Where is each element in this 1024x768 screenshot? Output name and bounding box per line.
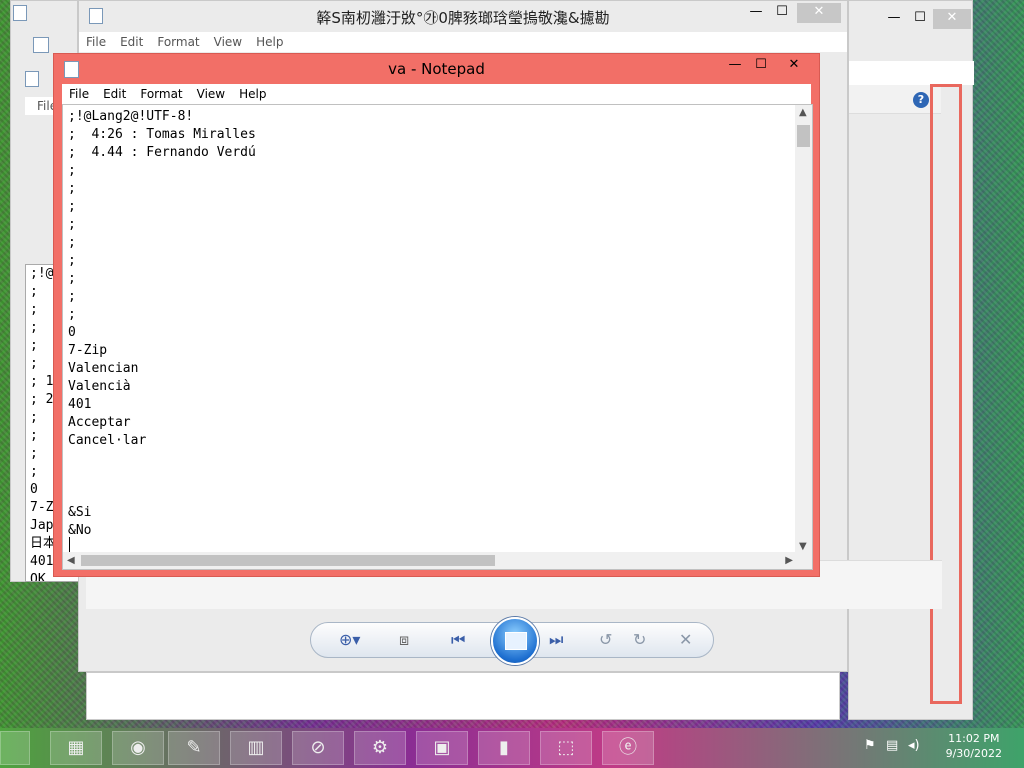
right-window-frame bbox=[930, 84, 962, 704]
taskbar-app-8[interactable]: ▮ bbox=[478, 731, 530, 765]
taskbar-app-10[interactable]: ⓔ bbox=[602, 731, 654, 765]
network-icon[interactable]: ▤ bbox=[886, 738, 898, 753]
notepad-text-area[interactable]: ;!@Lang2@!UTF-8! ; 4:26 : Tomas Miralles… bbox=[62, 104, 813, 570]
notepad-titlebar[interactable]: va - Notepad — ☐ ✕ bbox=[54, 54, 819, 84]
scroll-up-icon[interactable]: ▲ bbox=[799, 107, 807, 118]
volume-icon[interactable]: ◂) bbox=[908, 738, 920, 753]
menu-format[interactable]: Format bbox=[133, 87, 189, 101]
close-button[interactable]: ✕ bbox=[772, 56, 816, 76]
fit-window-icon[interactable]: ⧈ bbox=[399, 630, 409, 650]
help-icon[interactable]: ? bbox=[913, 92, 929, 108]
menu-view[interactable]: View bbox=[190, 87, 232, 101]
notepad-app-icon bbox=[33, 37, 49, 53]
taskbar-app-3[interactable]: ✎ bbox=[168, 731, 220, 765]
next-icon[interactable]: ⏭ bbox=[549, 630, 563, 650]
scroll-left-icon[interactable]: ◀ bbox=[67, 555, 75, 566]
maximize-button[interactable]: ☐ bbox=[769, 3, 795, 23]
horizontal-scrollbar[interactable]: ◀ ▶ bbox=[63, 552, 797, 569]
minimize-button[interactable]: — bbox=[881, 9, 907, 29]
maximize-button[interactable]: ☐ bbox=[907, 9, 933, 29]
background-window-titlebar[interactable]: 簳S南杒灉汙敚°㉮0脾豥瑯琀瑩摀敬瀺&攄勘 — ☐ ✕ bbox=[79, 1, 847, 31]
menu-help[interactable]: Help bbox=[232, 87, 273, 101]
bottom-text-panel[interactable] bbox=[86, 672, 840, 720]
notepad-content[interactable]: ;!@Lang2@!UTF-8! ; 4:26 : Tomas Miralles… bbox=[68, 108, 256, 540]
maximize-button[interactable]: ☐ bbox=[748, 56, 774, 76]
delete-icon[interactable]: ✕ bbox=[679, 630, 692, 649]
right-window-menubar bbox=[849, 61, 974, 85]
menu-format[interactable]: Format bbox=[150, 35, 206, 49]
background-window-title: 簳S南杒灉汙敚°㉮0脾豥瑯琀瑩摀敬瀺&攄勘 bbox=[316, 9, 610, 27]
taskbar-app-9[interactable]: ⬚ bbox=[540, 731, 592, 765]
photo-viewer-toolbar: ⊕▾ ⧈ ⏮ ⏭ ↺ ↻ ✕ bbox=[310, 617, 714, 665]
taskbar-app-6[interactable]: ⚙ bbox=[354, 731, 406, 765]
notepad-app-icon bbox=[13, 5, 27, 21]
taskbar-app-7[interactable]: ▣ bbox=[416, 731, 468, 765]
taskbar: ▦ ◉ ✎ ▥ ⊘ ⚙ ▣ ▮ ⬚ ⓔ ⚑ ▤ ◂) 11:02 PM 9/30… bbox=[0, 728, 1024, 768]
menu-file[interactable]: File bbox=[62, 87, 96, 101]
vertical-scroll-thumb[interactable] bbox=[797, 125, 810, 147]
zoom-icon[interactable]: ⊕▾ bbox=[339, 630, 360, 649]
minimize-button[interactable]: — bbox=[743, 3, 769, 23]
clock-time: 11:02 PM bbox=[948, 732, 1000, 745]
scroll-down-icon[interactable]: ▼ bbox=[799, 541, 807, 552]
flag-icon[interactable]: ⚑ bbox=[864, 738, 876, 753]
slideshow-button[interactable] bbox=[491, 617, 539, 665]
taskbar-app-5[interactable]: ⊘ bbox=[292, 731, 344, 765]
taskbar-app-1[interactable]: ▦ bbox=[50, 731, 102, 765]
rotate-right-icon[interactable]: ↻ bbox=[633, 630, 646, 649]
menu-help[interactable]: Help bbox=[249, 35, 290, 49]
start-button[interactable] bbox=[0, 731, 30, 765]
menu-edit[interactable]: Edit bbox=[113, 35, 150, 49]
slideshow-icon bbox=[505, 632, 527, 650]
notepad-app-icon bbox=[25, 71, 39, 87]
close-button[interactable]: ✕ bbox=[933, 9, 971, 29]
minimize-button[interactable]: — bbox=[722, 56, 748, 76]
system-clock[interactable]: 11:02 PM 9/30/2022 bbox=[946, 731, 1002, 761]
menu-edit[interactable]: Edit bbox=[96, 87, 133, 101]
taskbar-app-2[interactable]: ◉ bbox=[112, 731, 164, 765]
scroll-right-icon[interactable]: ▶ bbox=[785, 555, 793, 566]
clock-date: 9/30/2022 bbox=[945, 747, 1002, 760]
notepad-menubar: File Edit Format View Help bbox=[62, 84, 811, 104]
horizontal-scroll-thumb[interactable] bbox=[81, 555, 495, 566]
resize-grip[interactable] bbox=[795, 552, 812, 569]
notepad-window[interactable]: va - Notepad — ☐ ✕ File Edit Format View… bbox=[53, 53, 820, 577]
menu-file[interactable]: File bbox=[79, 35, 113, 49]
previous-icon[interactable]: ⏮ bbox=[451, 630, 465, 650]
vertical-scrollbar[interactable]: ▲ ▼ bbox=[795, 105, 812, 554]
menu-view[interactable]: View bbox=[207, 35, 249, 49]
close-button[interactable]: ✕ bbox=[797, 3, 841, 23]
taskbar-app-4[interactable]: ▥ bbox=[230, 731, 282, 765]
rotate-left-icon[interactable]: ↺ bbox=[599, 630, 612, 649]
background-window-menubar: File Edit Format View Help bbox=[79, 32, 847, 52]
notepad-title: va - Notepad bbox=[388, 60, 485, 78]
